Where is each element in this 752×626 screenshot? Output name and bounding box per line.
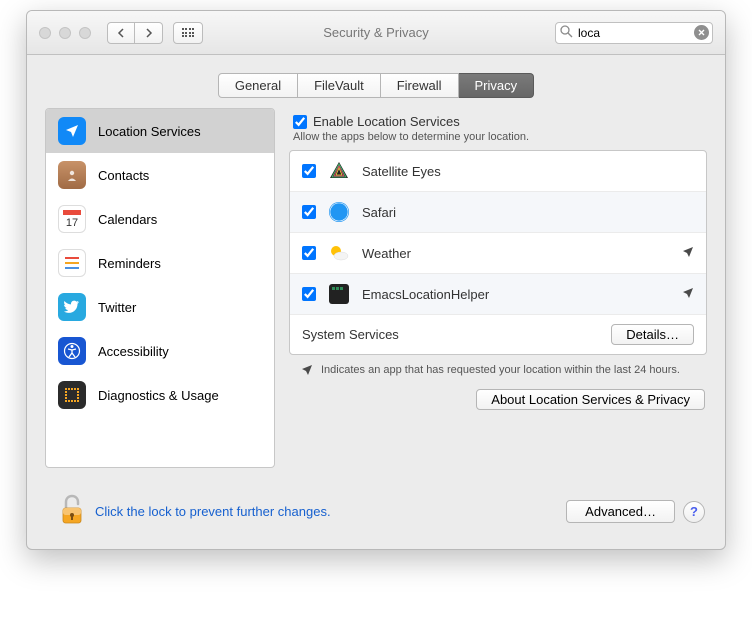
location-note: Indicates an app that has requested your…: [301, 364, 699, 379]
app-checkbox[interactable]: [302, 205, 316, 219]
close-icon: [698, 29, 705, 36]
safari-icon: [326, 199, 352, 225]
sidebar-item-label: Location Services: [98, 124, 201, 139]
help-button[interactable]: ?: [683, 501, 705, 523]
traffic-lights: [39, 27, 91, 39]
privacy-sidebar: Location Services Contacts 17 Calendars …: [45, 108, 275, 468]
location-indicator-icon: [682, 246, 694, 261]
show-all-button[interactable]: [173, 22, 203, 44]
back-button[interactable]: [107, 22, 135, 44]
tabbar: General FileVault Firewall Privacy: [218, 73, 534, 98]
nav-arrow-group: [107, 22, 163, 44]
system-services-label: System Services: [302, 327, 399, 342]
app-name-label: Safari: [362, 205, 694, 220]
system-services-row: System Services Details…: [290, 315, 706, 354]
tab-firewall[interactable]: Firewall: [381, 73, 459, 98]
tab-privacy[interactable]: Privacy: [459, 73, 535, 98]
app-row: Weather: [290, 233, 706, 274]
clear-search-button[interactable]: [694, 25, 709, 40]
chevron-left-icon: [117, 28, 125, 38]
sidebar-item-diagnostics[interactable]: Diagnostics & Usage: [46, 373, 274, 417]
lock-message[interactable]: Click the lock to prevent further change…: [95, 504, 331, 519]
sidebar-item-label: Accessibility: [98, 344, 169, 359]
accessibility-icon: [58, 337, 86, 365]
minimize-window-button[interactable]: [59, 27, 71, 39]
emacs-helper-icon: [326, 281, 352, 307]
sidebar-item-calendars[interactable]: 17 Calendars: [46, 197, 274, 241]
location-indicator-icon: [301, 364, 313, 379]
enable-location-label: Enable Location Services: [313, 114, 460, 129]
sidebar-item-label: Twitter: [98, 300, 136, 315]
about-location-services-button[interactable]: About Location Services & Privacy: [476, 389, 705, 410]
search-input[interactable]: [555, 22, 713, 44]
zoom-window-button[interactable]: [79, 27, 91, 39]
app-row: Safari: [290, 192, 706, 233]
app-row: EmacsLocationHelper: [290, 274, 706, 315]
main-panel: Enable Location Services Allow the apps …: [289, 108, 707, 468]
reminders-icon: [58, 249, 86, 277]
app-name-label: Satellite Eyes: [362, 164, 694, 179]
grid-icon: [182, 28, 195, 37]
note-text: Indicates an app that has requested your…: [321, 364, 680, 376]
sidebar-item-label: Calendars: [98, 212, 157, 227]
app-name-label: EmacsLocationHelper: [362, 287, 672, 302]
search-icon: [560, 25, 573, 41]
app-checkbox[interactable]: [302, 287, 316, 301]
tab-general[interactable]: General: [218, 73, 298, 98]
svg-text:17: 17: [66, 217, 78, 229]
content-frame: Location Services Contacts 17 Calendars …: [45, 108, 707, 468]
enable-location-row: Enable Location Services: [293, 114, 707, 129]
location-indicator-icon: [682, 287, 694, 302]
about-row: About Location Services & Privacy: [289, 389, 705, 410]
footer-right: Advanced… ?: [566, 500, 705, 523]
sidebar-item-location-services[interactable]: Location Services: [46, 109, 274, 153]
diagnostics-icon: [58, 381, 86, 409]
close-window-button[interactable]: [39, 27, 51, 39]
location-icon: [58, 117, 86, 145]
sidebar-item-contacts[interactable]: Contacts: [46, 153, 274, 197]
app-checkbox[interactable]: [302, 164, 316, 178]
calendar-icon: 17: [58, 205, 86, 233]
sidebar-item-label: Diagnostics & Usage: [98, 388, 219, 403]
search-wrap: [555, 22, 713, 44]
enable-location-subtext: Allow the apps below to determine your l…: [293, 131, 707, 143]
window-title: Security & Privacy: [323, 25, 428, 40]
titlebar: Security & Privacy: [27, 11, 725, 55]
lock-icon[interactable]: [59, 494, 85, 529]
tab-filevault[interactable]: FileVault: [298, 73, 381, 98]
footer-left: Click the lock to prevent further change…: [59, 494, 331, 529]
enable-location-checkbox[interactable]: [293, 115, 307, 129]
advanced-button[interactable]: Advanced…: [566, 500, 675, 523]
weather-icon: [326, 240, 352, 266]
app-row: Satellite Eyes: [290, 151, 706, 192]
chevron-right-icon: [145, 28, 153, 38]
contacts-icon: [58, 161, 86, 189]
sidebar-item-accessibility[interactable]: Accessibility: [46, 329, 274, 373]
tabbar-wrap: General FileVault Firewall Privacy: [27, 55, 725, 98]
twitter-icon: [58, 293, 86, 321]
sidebar-item-label: Contacts: [98, 168, 149, 183]
preferences-window: Security & Privacy General FileVault Fir…: [26, 10, 726, 550]
details-button[interactable]: Details…: [611, 324, 694, 345]
satellite-eyes-icon: [326, 158, 352, 184]
forward-button[interactable]: [135, 22, 163, 44]
footer: Click the lock to prevent further change…: [27, 482, 725, 549]
apps-list: Satellite Eyes Safari Weather: [289, 150, 707, 355]
sidebar-item-reminders[interactable]: Reminders: [46, 241, 274, 285]
app-name-label: Weather: [362, 246, 672, 261]
app-checkbox[interactable]: [302, 246, 316, 260]
sidebar-item-label: Reminders: [98, 256, 161, 271]
sidebar-item-twitter[interactable]: Twitter: [46, 285, 274, 329]
